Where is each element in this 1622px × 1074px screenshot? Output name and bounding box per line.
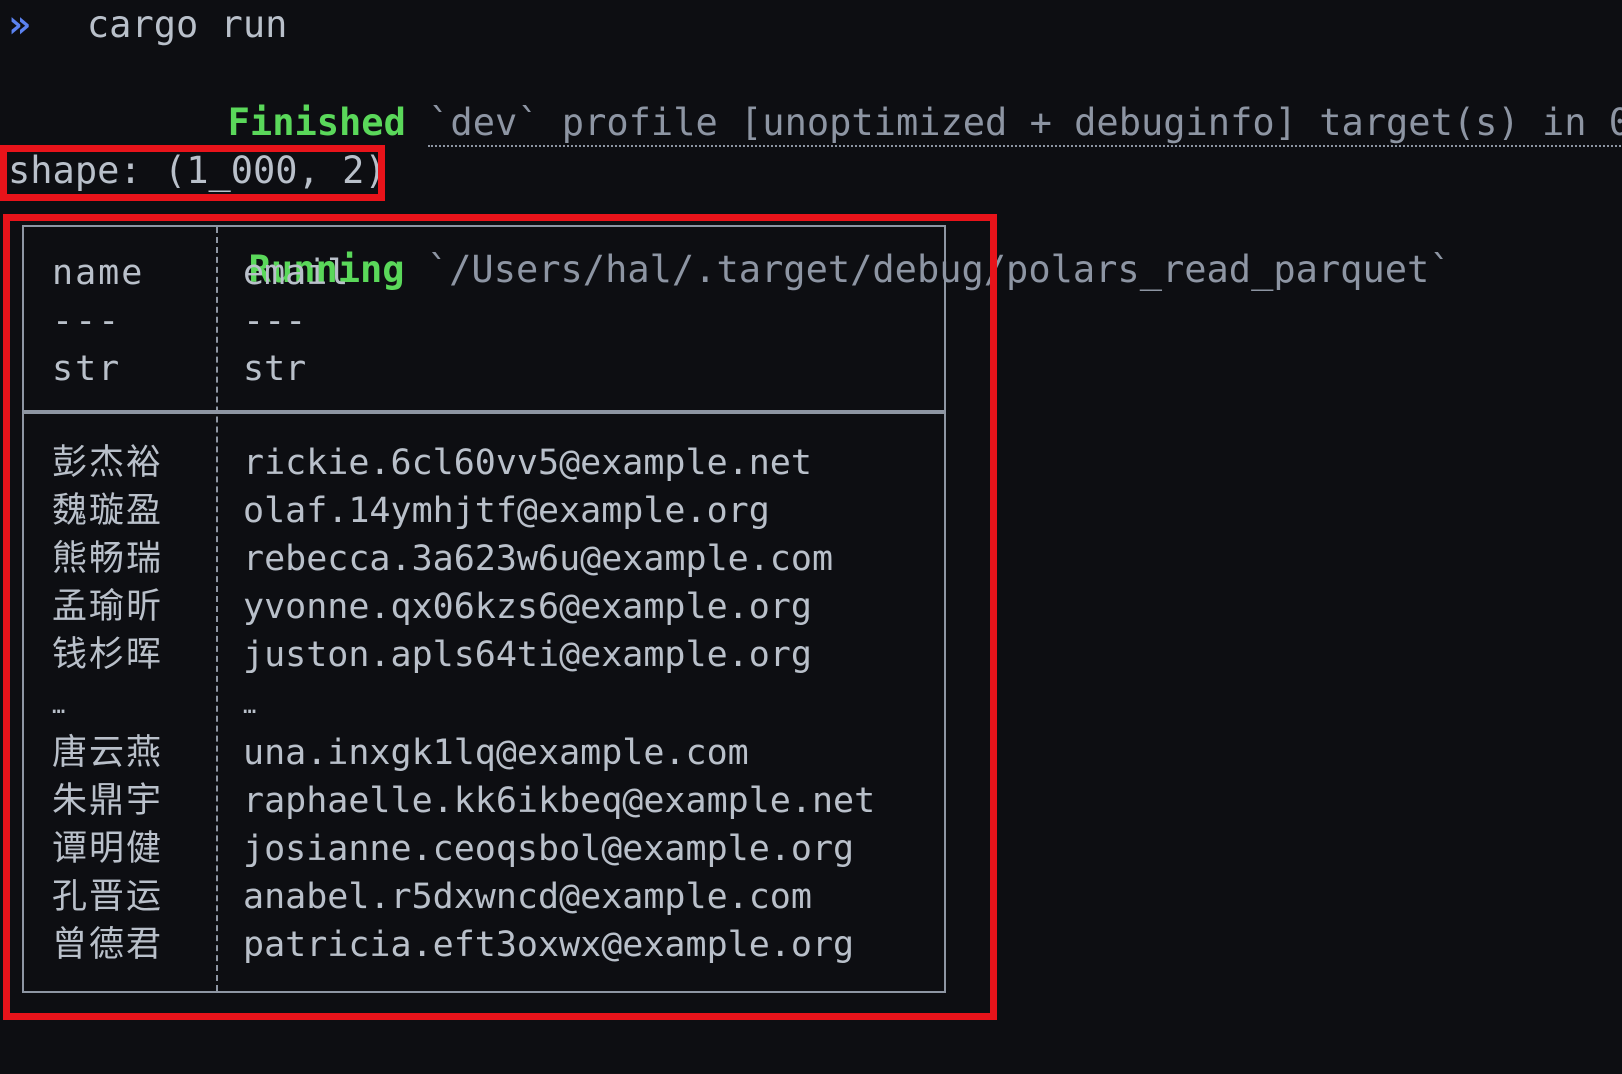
cell-email: raphaelle.kk6ikbeq@example.net [243,781,876,821]
cell-name: 熊畅瑞 [52,539,164,579]
table-row: 唐云燕 una.inxgk1lq@example.com [24,729,944,777]
cell-name: 朱鼎宇 [52,781,164,821]
cell-name: 曾德君 [52,925,164,965]
cell-email: josianne.ceoqsbol@example.org [243,829,855,869]
table-row: 曾德君 patricia.eft3oxwx@example.org [24,921,944,969]
cell-name: 孔晋运 [52,877,164,917]
build-detail-finished: `dev` profile [unoptimized + debuginfo] … [428,101,1622,147]
cell-email: yvonne.qx06kzs6@example.org [243,587,812,627]
table-row: 朱鼎宇 raphaelle.kk6ikbeq@example.net [24,777,944,825]
table-row: 彭杰裕 rickie.6cl60vv5@example.net [24,439,944,487]
table-row: 孔晋运 anabel.r5dxwncd@example.com [24,873,944,921]
cell-name: 谭明健 [52,829,164,869]
terminal-window: » cargo run Finished `dev` profile [unop… [0,0,1622,1074]
cell-email: rickie.6cl60vv5@example.net [243,443,812,483]
column-header-email: email [243,253,349,293]
table-row: 钱杉晖 juston.apls64ti@example.org [24,631,944,679]
cell-email: una.inxgk1lq@example.com [243,733,749,773]
build-status-finished: Finished [227,101,406,144]
command-text: cargo run [86,3,288,46]
table-header-row: name email [24,249,944,297]
table-row: 孟瑜昕 yvonne.qx06kzs6@example.org [24,583,944,631]
cell-email-ellipsis: … [243,694,259,719]
table-row: 魏璇盈 olaf.14ymhjtf@example.org [24,487,944,535]
column-header-name: name [52,253,145,293]
cell-email: patricia.eft3oxwx@example.org [243,925,855,965]
cell-email: olaf.14ymhjtf@example.org [243,491,770,531]
table-dtype-row: str str [24,345,944,393]
table-row: 谭明健 josianne.ceoqsbol@example.org [24,825,944,873]
cell-name: 彭杰裕 [52,443,164,483]
dash-name: --- [52,301,122,341]
cell-name-ellipsis: … [52,694,68,719]
prompt-line: » cargo run [0,0,1622,49]
prompt-chevron-icon: » [8,2,31,46]
cell-email: rebecca.3a623w6u@example.com [243,539,834,579]
cell-name: 魏璇盈 [52,491,164,531]
table-dash-row: --- --- [24,297,944,345]
dash-email: --- [243,301,307,341]
dataframe-shape-line: shape: (1_000, 2) [8,149,387,192]
dtype-email: str [243,349,307,389]
cell-email: anabel.r5dxwncd@example.com [243,877,812,917]
cell-name: 唐云燕 [52,733,164,773]
table-ellipsis-row: … … [24,683,944,731]
dtype-name: str [52,349,122,389]
cell-name: 钱杉晖 [52,635,164,675]
cell-email: juston.apls64ti@example.org [243,635,812,675]
cell-name: 孟瑜昕 [52,587,164,627]
table-row: 熊畅瑞 rebecca.3a623w6u@example.com [24,535,944,583]
dataframe-table: name email --- --- str str 彭杰裕 rickie.6c… [22,225,946,993]
header-separator [24,410,944,414]
